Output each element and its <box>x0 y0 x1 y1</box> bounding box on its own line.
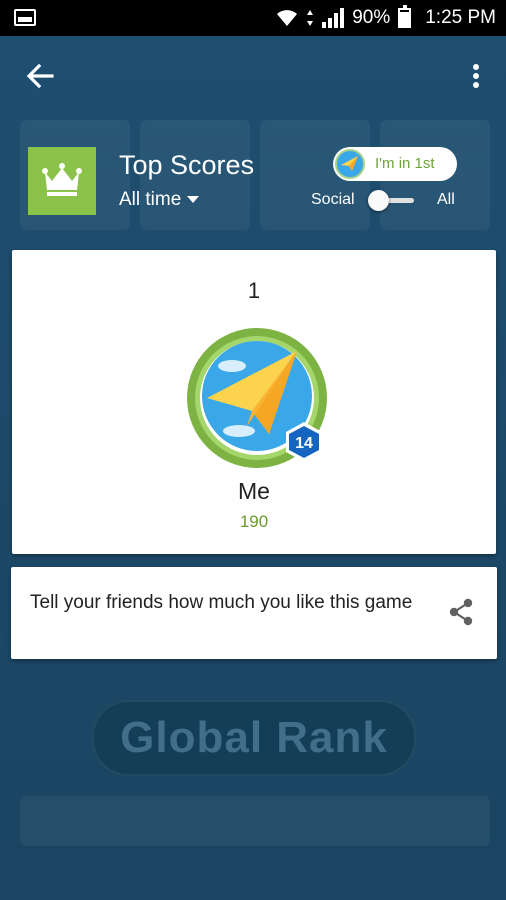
timeframe-dropdown[interactable]: All time <box>119 189 200 211</box>
player-name: Me <box>238 478 270 504</box>
global-rank-button: Global Rank <box>92 700 416 776</box>
level-number: 14 <box>295 435 313 452</box>
share-icon[interactable] <box>447 597 475 627</box>
player-score: 190 <box>239 512 269 531</box>
player-avatar-small <box>335 149 365 179</box>
share-message: Tell your friends how much you like this… <box>30 592 413 613</box>
my-rank-chip[interactable]: I'm in 1st <box>333 147 457 181</box>
back-arrow-icon[interactable] <box>24 60 56 92</box>
clock: 1:25 PM <box>425 7 496 28</box>
app-bar <box>0 36 506 116</box>
page-title: Top Scores <box>119 150 255 180</box>
level-badge: 14 <box>282 420 326 464</box>
status-bar-right: 90% 1:25 PM <box>276 5 496 29</box>
toggle-knob[interactable] <box>368 190 389 211</box>
battery-percent: 90% <box>352 7 391 28</box>
social-label: Social <box>311 191 355 208</box>
my-rank-label: I'm in 1st <box>375 155 435 172</box>
rank-number: 1 <box>247 278 261 303</box>
data-arrows-icon <box>307 10 314 26</box>
crown-icon <box>42 163 82 196</box>
wifi-icon <box>277 10 298 26</box>
signal-icon <box>322 8 345 28</box>
gallery-notification-icon <box>14 9 36 26</box>
paper-plane-icon <box>341 156 358 171</box>
share-card[interactable]: Tell your friends how much you like this… <box>11 567 497 659</box>
background-tile <box>20 796 490 846</box>
timeframe-label: All time <box>119 189 182 210</box>
social-all-toggle[interactable] <box>368 190 416 212</box>
leaderboard-icon <box>28 147 96 215</box>
battery-icon <box>398 5 412 28</box>
hexagon-badge-icon: 14 <box>286 422 322 462</box>
all-label: All <box>437 191 455 208</box>
status-bar: 90% 1:25 PM <box>0 0 506 36</box>
more-options-icon[interactable] <box>468 60 484 92</box>
leaderboard-header: Top Scores All time I'm in 1st Social Al… <box>0 140 506 230</box>
leader-card[interactable]: 1 14 Me 190 <box>12 250 496 554</box>
dropdown-caret-icon <box>187 196 200 204</box>
